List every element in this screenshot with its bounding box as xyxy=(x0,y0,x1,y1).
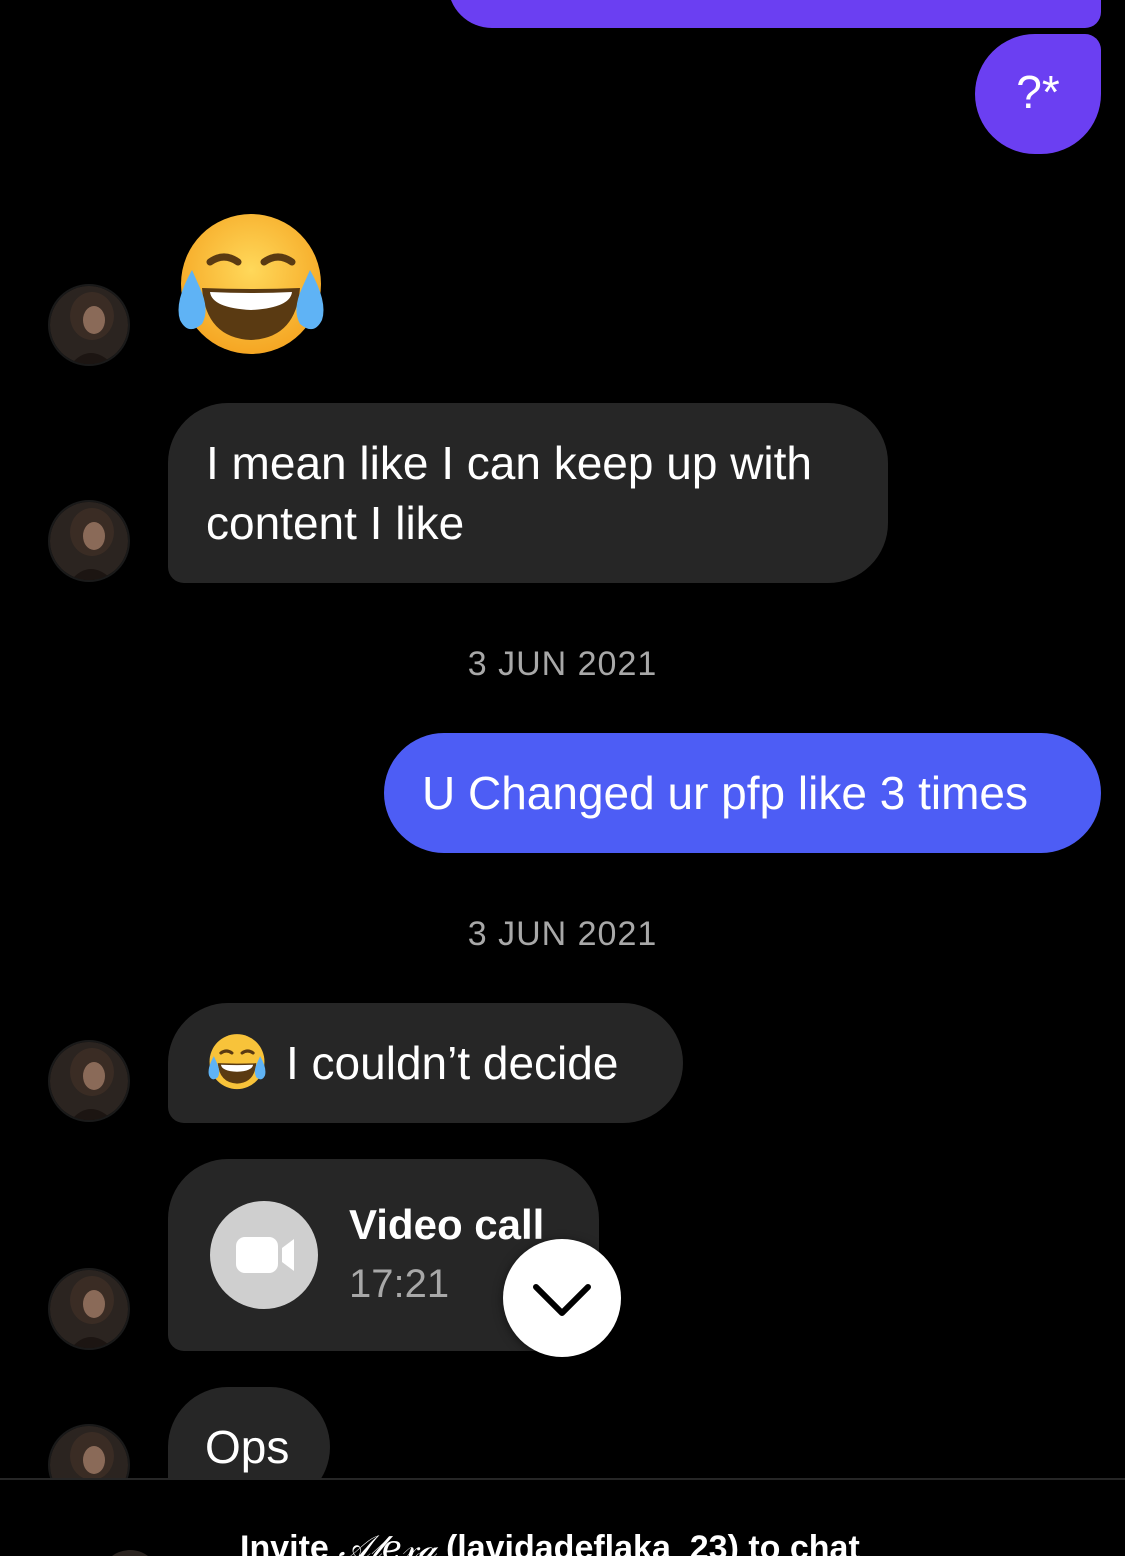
message-text-line: content I like xyxy=(206,497,465,549)
invite-footer: Invite 𝒜𝓁𝑒𝓍𝒶 (lavidadeflaka_23) to chat xyxy=(0,1478,1125,1556)
avatar[interactable] xyxy=(48,1268,130,1350)
avatar[interactable] xyxy=(48,284,130,366)
avatar[interactable] xyxy=(48,1424,130,1478)
incoming-message[interactable]: Ops xyxy=(168,1387,330,1478)
date-separator: 3 JUN 2021 xyxy=(467,915,658,953)
date-separator: 3 JUN 2021 xyxy=(467,645,658,683)
message-text: U Changed ur pfp like 3 times xyxy=(422,767,1028,819)
invite-name: 𝒜𝓁𝑒𝓍𝒶 xyxy=(338,1528,437,1556)
face-with-tears-of-joy-icon[interactable] xyxy=(172,212,330,363)
video-call-icon-circle xyxy=(210,1201,318,1309)
chevron-down-icon xyxy=(533,1284,591,1316)
incoming-message[interactable]: I mean like I can keep up with content I… xyxy=(168,403,888,583)
invite-avatar xyxy=(100,1550,160,1556)
message-thread[interactable]: ?* I mean like I can keep up with conten… xyxy=(0,0,1125,1478)
video-camera-icon xyxy=(236,1237,294,1273)
face-with-tears-of-joy-icon xyxy=(206,1033,268,1105)
outgoing-message[interactable]: U Changed ur pfp like 3 times xyxy=(384,733,1101,853)
scroll-to-bottom-button[interactable] xyxy=(503,1239,621,1357)
message-text: ?* xyxy=(1016,66,1060,118)
invite-text: Invite 𝒜𝓁𝑒𝓍𝒶 (lavidadeflaka_23) to chat xyxy=(240,1528,860,1556)
message-text: Ops xyxy=(205,1421,290,1473)
message-text-line: I mean like I can keep up with xyxy=(206,437,812,489)
avatar[interactable] xyxy=(48,500,130,582)
avatar[interactable] xyxy=(48,1040,130,1122)
call-time: 17:21 xyxy=(349,1262,450,1306)
message-text: I couldn’t decide xyxy=(286,1037,619,1089)
outgoing-message-partial[interactable] xyxy=(448,0,1101,28)
outgoing-message[interactable]: ?* xyxy=(975,34,1101,154)
incoming-message[interactable]: I couldn’t decide xyxy=(168,1003,683,1123)
